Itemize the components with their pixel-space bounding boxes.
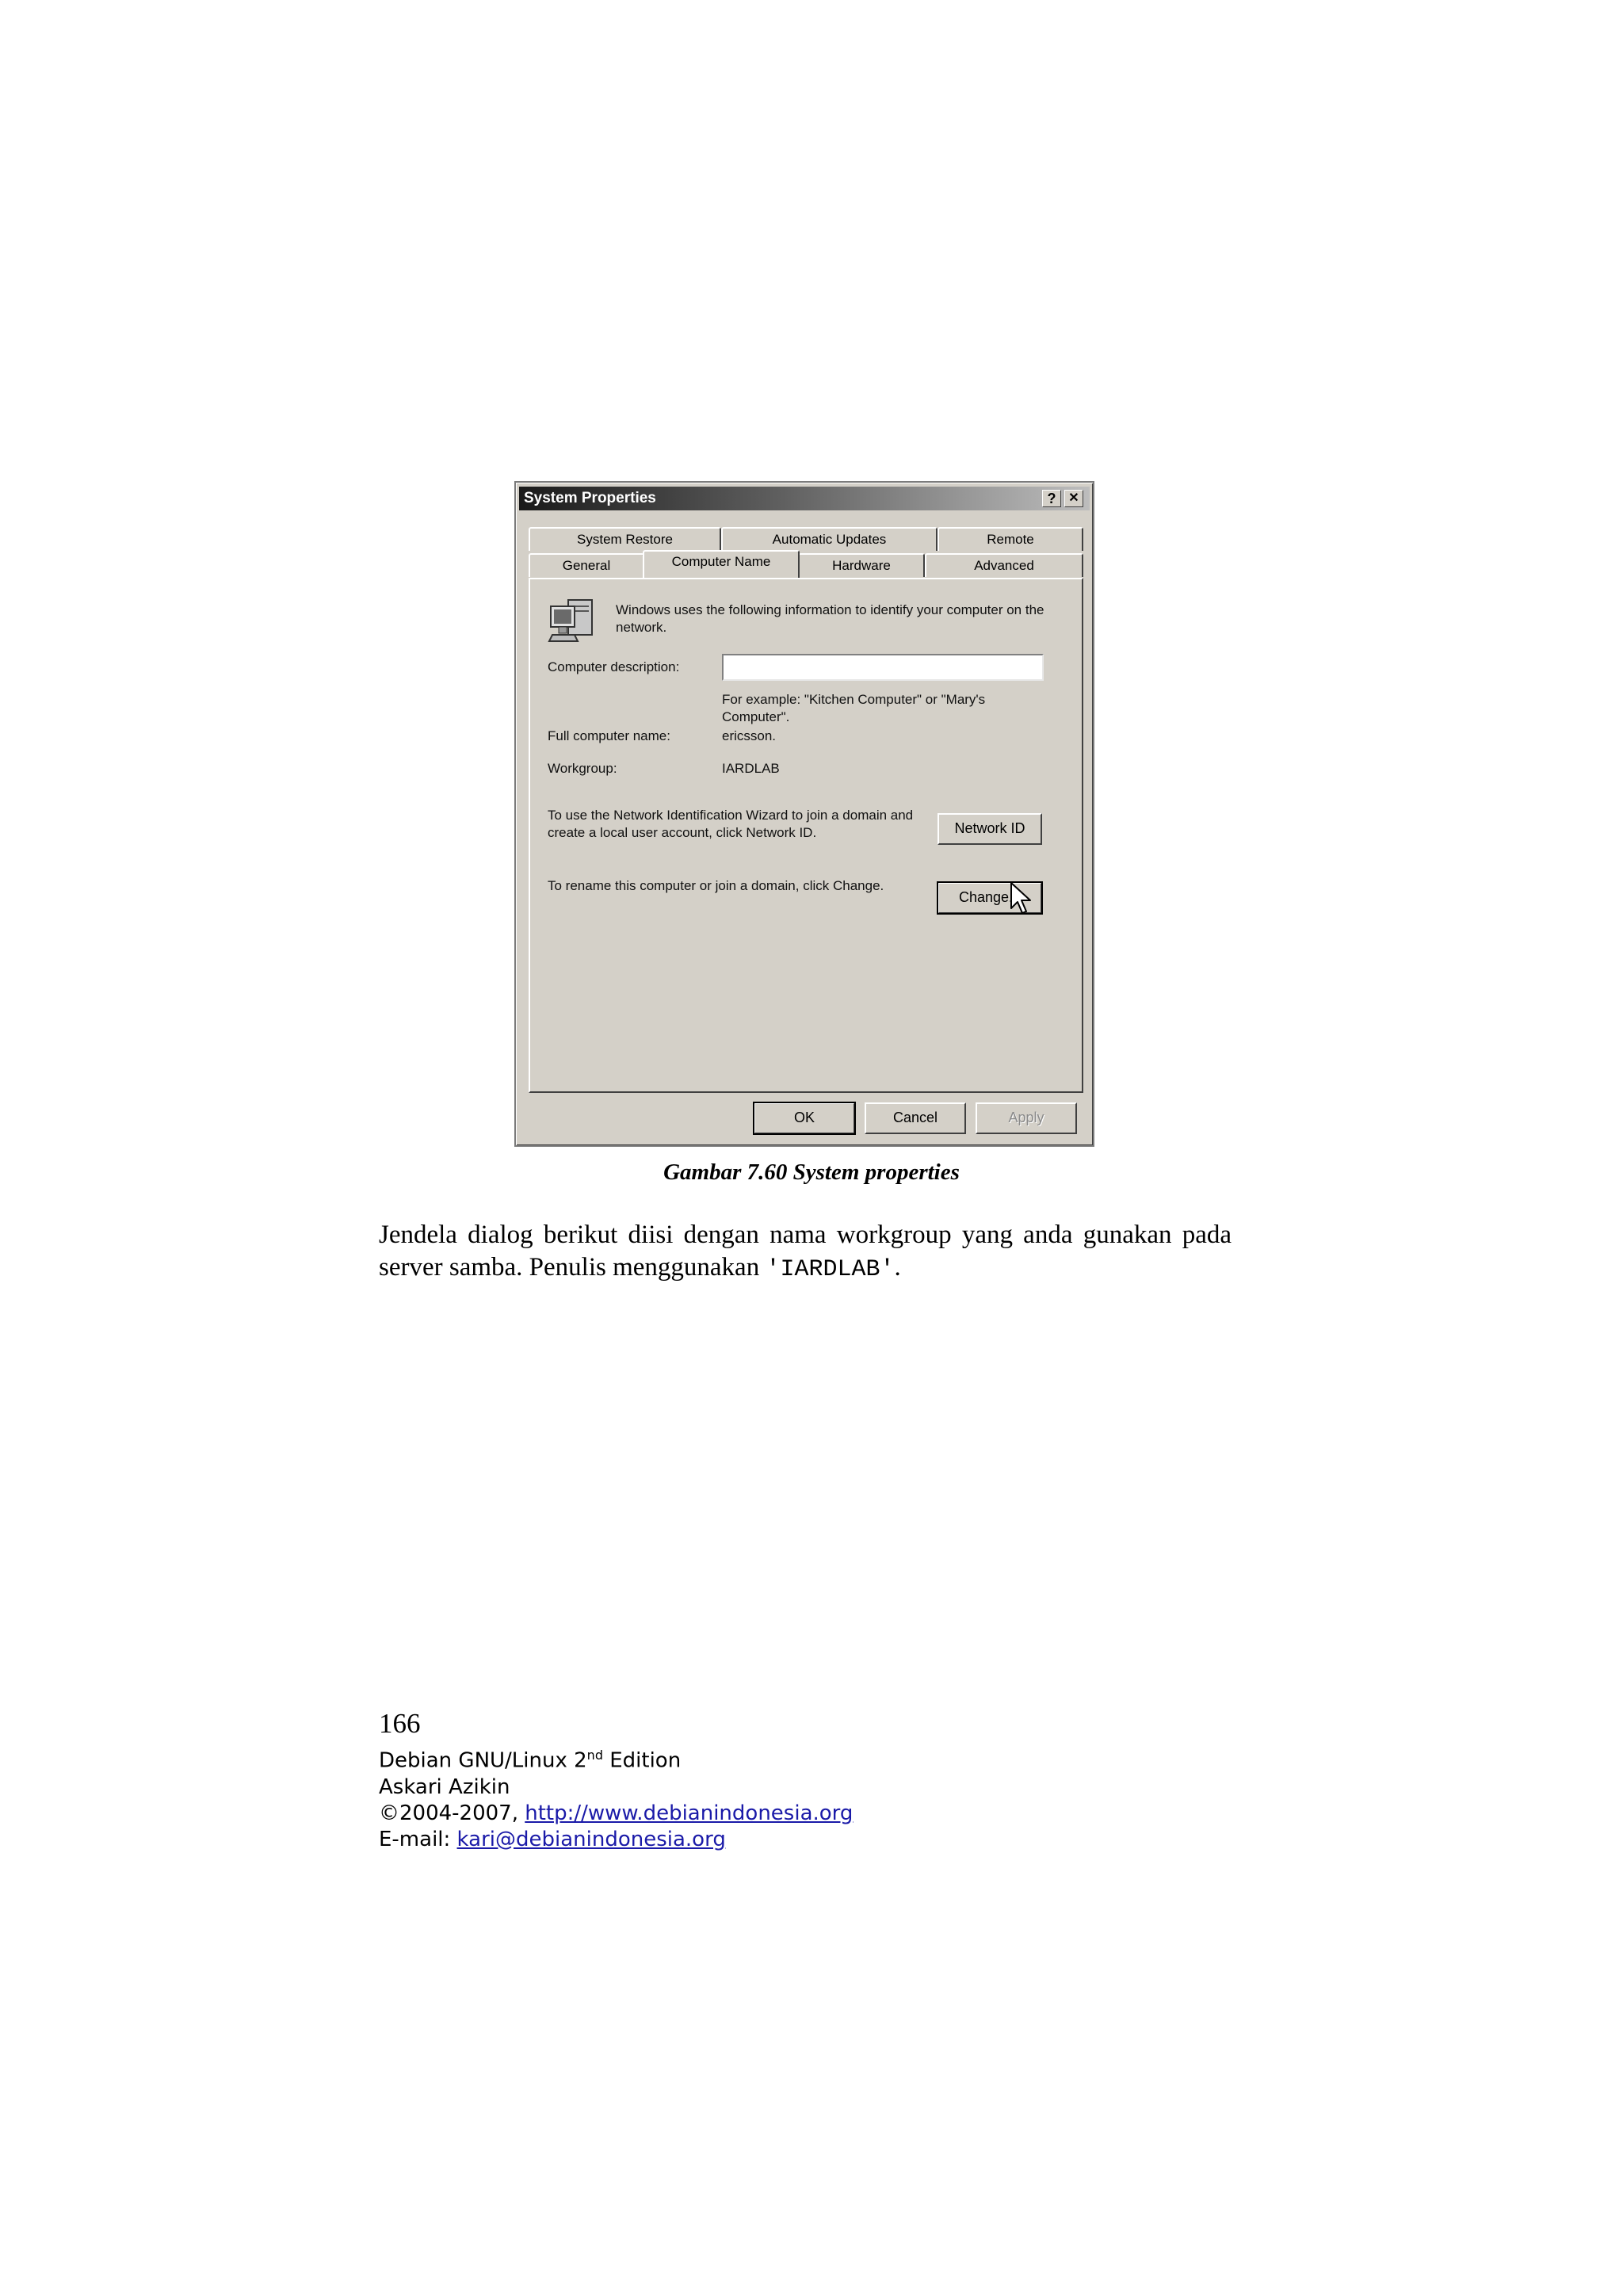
page-number: 166: [379, 1708, 421, 1739]
email-label: E-mail:: [379, 1827, 457, 1851]
help-button[interactable]: ?: [1042, 490, 1061, 507]
page-footer: Debian GNU/Linux 2nd Edition Askari Azik…: [379, 1742, 853, 1853]
tab-remote[interactable]: Remote: [938, 527, 1083, 551]
computer-icon: [548, 599, 593, 642]
workgroup-label: Workgroup:: [548, 761, 617, 776]
email-line: E-mail: kari@debianindonesia.org: [379, 1827, 853, 1853]
tab-automatic-updates[interactable]: Automatic Updates: [721, 527, 938, 551]
book-title: Debian GNU/Linux 2nd Edition: [379, 1742, 853, 1775]
network-id-text: To use the Network Identification Wizard…: [548, 808, 914, 840]
website-link[interactable]: http://www.debianindonesia.org: [525, 1801, 853, 1825]
computer-description-input[interactable]: [722, 654, 1044, 681]
network-id-button[interactable]: Network ID: [938, 813, 1042, 845]
computer-description-label: Computer description:: [548, 659, 680, 674]
close-button[interactable]: ✕: [1064, 490, 1083, 507]
apply-button[interactable]: Apply: [976, 1102, 1077, 1134]
full-computer-name-label: Full computer name:: [548, 728, 670, 743]
computer-name-panel: Windows uses the following information t…: [529, 578, 1083, 1093]
body-paragraph: Jendela dialog berikut diisi dengan nama…: [379, 1219, 1232, 1286]
mouse-pointer-icon: [1010, 882, 1031, 914]
tab-computer-name[interactable]: Computer Name: [643, 550, 800, 578]
tab-general[interactable]: General: [529, 553, 644, 577]
email-link[interactable]: kari@debianindonesia.org: [457, 1828, 726, 1851]
title-bar: System Properties ? ✕: [519, 487, 1090, 510]
workgroup-value: IARDLAB: [722, 761, 780, 776]
tab-advanced[interactable]: Advanced: [925, 553, 1083, 577]
body-text-end: .: [894, 1253, 901, 1282]
tab-hardware[interactable]: Hardware: [798, 553, 925, 577]
full-computer-name-value: ericsson.: [722, 728, 777, 743]
author-name: Askari Azikin: [379, 1775, 510, 1799]
dialog-title: System Properties: [524, 490, 656, 506]
intro-text: Windows uses the following information t…: [616, 602, 1044, 635]
book-title-prefix: Debian GNU/Linux 2: [379, 1748, 587, 1773]
book-title-sup: nd: [586, 1748, 603, 1763]
figure-caption: Gambar 7.60 System properties: [663, 1159, 960, 1185]
rename-text: To rename this computer or join a domain…: [548, 878, 884, 893]
cancel-button[interactable]: Cancel: [865, 1102, 966, 1134]
tab-system-restore[interactable]: System Restore: [529, 527, 721, 551]
book-title-suffix: Edition: [602, 1748, 682, 1773]
copyright-line: ©2004-2007, http://www.debianindonesia.o…: [379, 1801, 853, 1827]
ok-button[interactable]: OK: [753, 1102, 856, 1135]
system-properties-dialog: System Properties ? ✕ System Restore Aut…: [514, 481, 1094, 1147]
example-text: For example: "Kitchen Computer" or "Mary…: [722, 692, 986, 724]
workgroup-code: 'IARDLAB': [766, 1256, 895, 1283]
copyright-text: ©2004-2007,: [379, 1801, 525, 1825]
